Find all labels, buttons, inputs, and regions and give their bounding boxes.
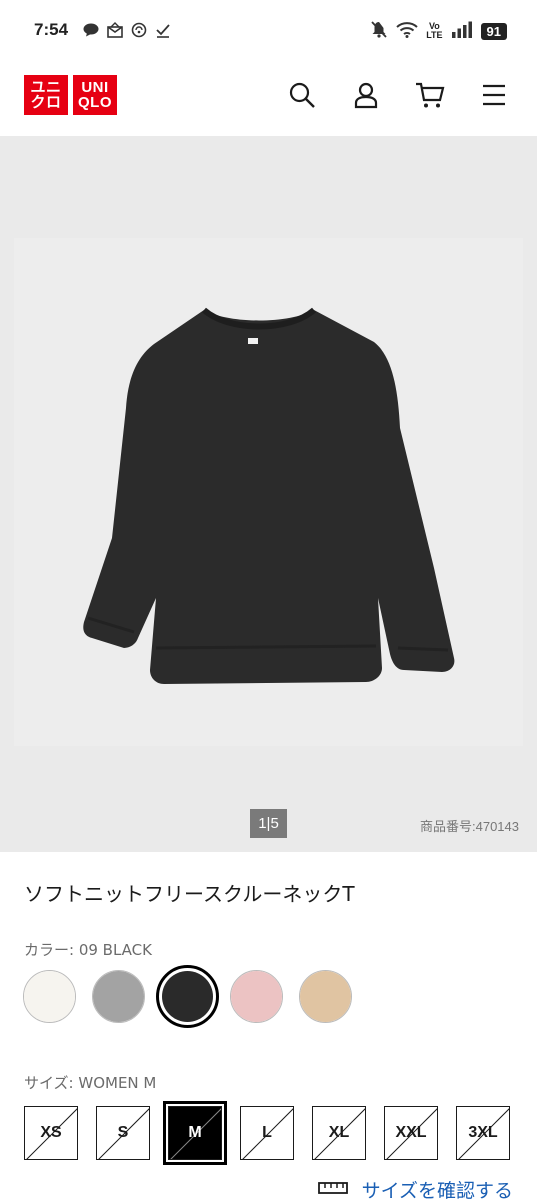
size-option-label: M — [188, 1124, 202, 1141]
site-header: ユニ クロ UNI QLO — [0, 62, 537, 136]
color-swatch-white[interactable] — [23, 970, 76, 1023]
color-swatches — [23, 965, 352, 1028]
color-swatch-black[interactable] — [156, 965, 219, 1028]
status-right-icons: Vo LTE 91 — [370, 20, 507, 42]
size-option-label: L — [262, 1124, 272, 1141]
product-code: 商品番号:470143 — [420, 819, 519, 834]
size-option-label: XL — [328, 1124, 350, 1141]
cart-icon[interactable] — [415, 80, 445, 110]
size-option-label: XS — [40, 1124, 62, 1141]
size-guide-link[interactable]: サイズを確認する — [317, 1176, 513, 1200]
size-label: サイズ: WOMEN M — [24, 1074, 157, 1092]
size-option-xs[interactable]: XS — [24, 1106, 78, 1160]
color-swatch-gray[interactable] — [92, 970, 145, 1023]
logo-latin-bottom: QLO — [78, 94, 112, 111]
logo-katakana-block: ユニ クロ — [24, 75, 68, 115]
product-image[interactable] — [14, 238, 523, 746]
sync-icon — [130, 21, 148, 39]
color-label: カラー: 09 BLACK — [24, 941, 152, 959]
status-bar: 7:54 Vo LTE 91 — [0, 0, 537, 62]
battery-icon: 91 — [480, 22, 507, 40]
size-option-3xl[interactable]: 3XL — [456, 1106, 510, 1160]
mute-icon — [370, 20, 388, 42]
volte-icon: Vo LTE — [426, 22, 442, 40]
uniqlo-logo[interactable]: ユニ クロ UNI QLO — [24, 75, 117, 115]
color-swatch-fill — [300, 971, 351, 1022]
status-time: 7:54 — [34, 20, 69, 39]
logo-katakana-top: ユニ — [30, 79, 62, 96]
search-icon[interactable] — [287, 80, 317, 110]
size-option-m[interactable]: M — [163, 1101, 227, 1165]
logo-latin-block: UNI QLO — [73, 75, 117, 115]
status-left-icons — [82, 21, 172, 39]
check-icon — [154, 21, 172, 39]
color-swatch-fill — [231, 971, 282, 1022]
volte-bottom-text: LTE — [426, 30, 443, 40]
size-option-xxl[interactable]: XXL — [384, 1106, 438, 1160]
size-option-s[interactable]: S — [96, 1106, 150, 1160]
size-option-label: 3XL — [468, 1124, 498, 1141]
color-swatch-fill — [24, 971, 75, 1022]
image-pager: 1|5 — [250, 809, 287, 838]
logo-latin-top: UNI — [81, 79, 109, 96]
size-option-label: S — [117, 1124, 129, 1141]
signal-icon — [451, 21, 473, 42]
size-options: XS S M L XL XXL 3XL — [24, 1101, 510, 1165]
ruler-icon — [317, 1180, 348, 1199]
color-swatch-beige[interactable] — [299, 970, 352, 1023]
size-option-xl[interactable]: XL — [312, 1106, 366, 1160]
menu-icon[interactable] — [479, 80, 509, 110]
color-swatch-fill — [162, 971, 213, 1022]
product-gallery[interactable]: 1|5 商品番号:470143 — [0, 136, 537, 852]
account-icon[interactable] — [351, 80, 381, 110]
size-option-label: XXL — [395, 1124, 427, 1141]
line-icon — [82, 21, 100, 39]
mail-icon — [106, 21, 124, 39]
header-actions — [287, 80, 509, 110]
color-swatch-pink[interactable] — [230, 970, 283, 1023]
color-swatch-fill — [93, 971, 144, 1022]
size-option-l[interactable]: L — [240, 1106, 294, 1160]
product-title: ソフトニットフリースクルーネックT — [24, 882, 355, 906]
logo-katakana-bottom: クロ — [30, 94, 62, 111]
wifi-icon — [396, 21, 418, 42]
size-guide-text: サイズを確認する — [361, 1180, 513, 1200]
